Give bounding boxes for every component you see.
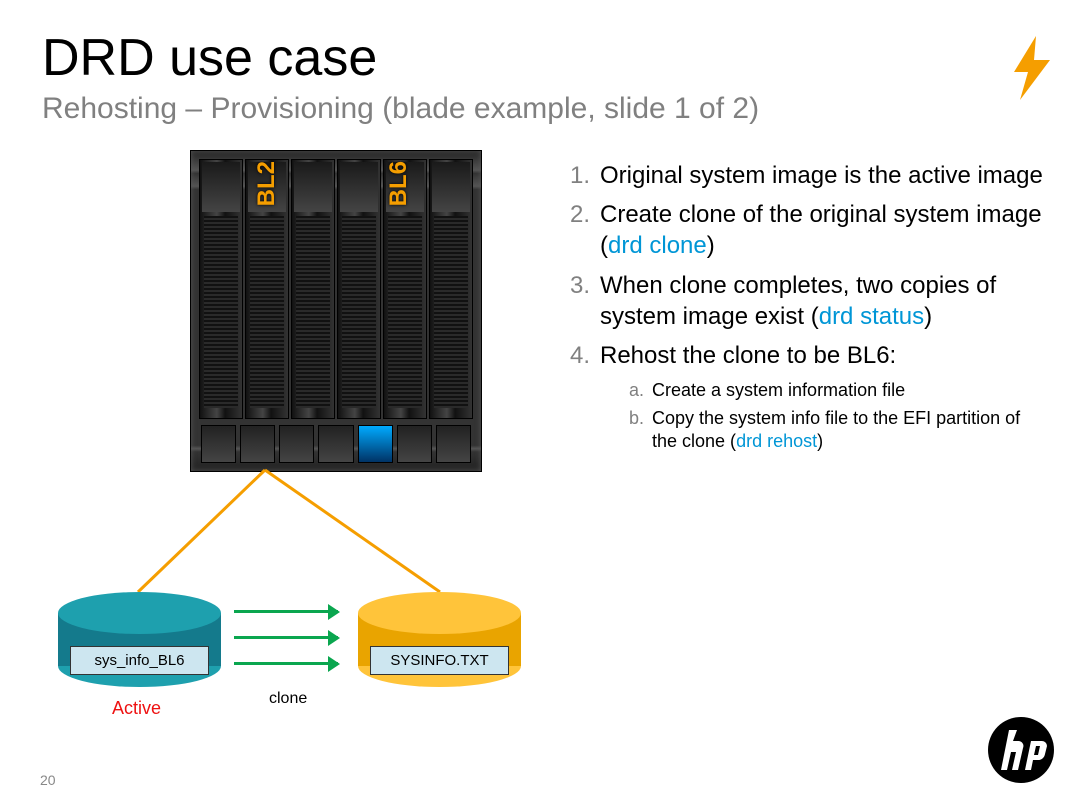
list-number: 1.: [560, 160, 590, 191]
page-number: 20: [40, 772, 56, 788]
blade-slot: [429, 159, 473, 419]
sublist-item: a. Create a system information file: [622, 379, 1050, 402]
blade-label-bl6: BL6: [385, 161, 413, 206]
list-text: Rehost the clone to be BL6:: [600, 340, 1050, 371]
list-item: 3. When clone completes, two copies of s…: [560, 270, 1050, 332]
clone-arrow-label: clone: [269, 690, 307, 708]
list-number: 2.: [560, 199, 590, 261]
clone-arrow-icon: [234, 610, 338, 613]
list-number: 4.: [560, 340, 590, 371]
sublist-item: b. Copy the system info file to the EFI …: [622, 407, 1050, 454]
sublist-number: a.: [622, 379, 644, 402]
hp-logo-icon: [986, 715, 1056, 790]
command-text: drd status: [819, 303, 924, 330]
chassis-footer: [199, 425, 473, 463]
command-text: drd clone: [608, 232, 707, 259]
list-item: 2. Create clone of the original system i…: [560, 199, 1050, 261]
sublist-number: b.: [622, 407, 644, 454]
steps-list: 1. Original system image is the active i…: [560, 160, 1050, 457]
list-text: When clone completes, two copies of syst…: [600, 270, 1050, 332]
active-disk: sys_info_BL6: [58, 592, 221, 687]
blade-slot: [199, 159, 243, 419]
sublist-text: Copy the system info file to the EFI par…: [652, 407, 1050, 454]
lightning-icon: [1008, 36, 1056, 105]
active-label: Active: [112, 698, 161, 719]
blade-chassis: BL2 BL6: [190, 150, 482, 472]
list-item: 4. Rehost the clone to be BL6:: [560, 340, 1050, 371]
blade-slot: [291, 159, 335, 419]
clone-arrow-icon: [234, 636, 338, 639]
command-text: drd rehost: [736, 431, 817, 451]
clone-disk-label: SYSINFO.TXT: [370, 646, 509, 675]
list-item: 1. Original system image is the active i…: [560, 160, 1050, 191]
list-number: 3.: [560, 270, 590, 332]
slide-subtitle: Rehosting – Provisioning (blade example,…: [42, 92, 759, 126]
active-disk-label: sys_info_BL6: [70, 646, 209, 675]
blade-label-bl2: BL2: [253, 161, 281, 206]
clone-arrow-icon: [234, 662, 338, 665]
slide-title: DRD use case: [42, 28, 377, 88]
list-text: Original system image is the active imag…: [600, 160, 1050, 191]
clone-disk: SYSINFO.TXT: [358, 592, 521, 687]
slide: DRD use case Rehosting – Provisioning (b…: [0, 0, 1080, 810]
blade-slot: [337, 159, 381, 419]
list-text: Create clone of the original system imag…: [600, 199, 1050, 261]
sublist-text: Create a system information file: [652, 379, 905, 402]
